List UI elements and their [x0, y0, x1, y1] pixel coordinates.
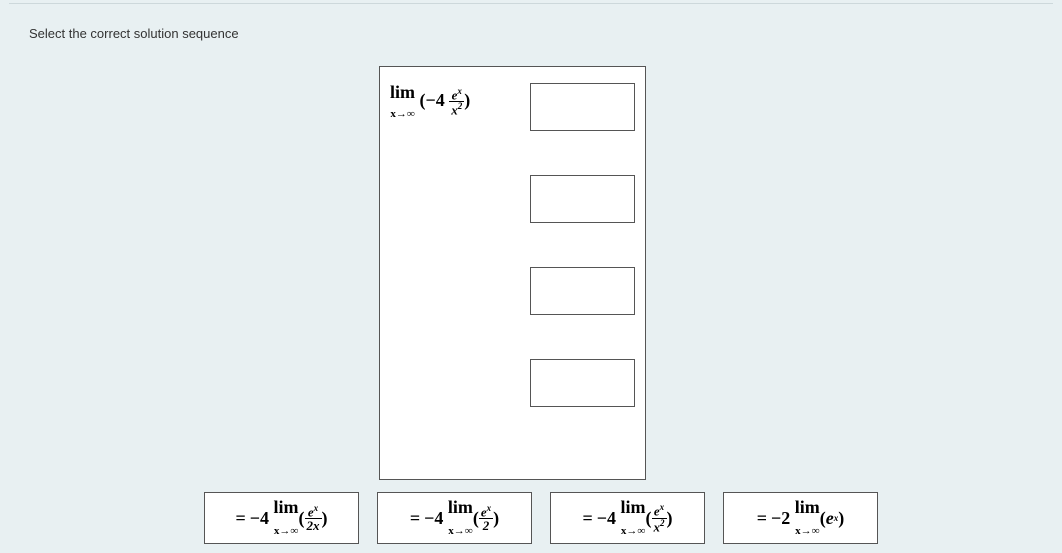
lim-sub: x→∞	[274, 525, 298, 537]
rparen: )	[493, 508, 499, 529]
tile-3[interactable]: = −4 lim x→∞ ( ex x2 )	[550, 492, 705, 544]
coef: −4	[426, 90, 445, 110]
coef: −4	[424, 508, 443, 529]
tile-1[interactable]: = −4 lim x→∞ ( ex 2x )	[204, 492, 359, 544]
rparen: )	[667, 508, 673, 529]
tile-2[interactable]: = −4 lim x→∞ ( ex 2 )	[377, 492, 532, 544]
den: 2	[479, 518, 493, 532]
top-divider	[9, 0, 1053, 4]
eq-sign: =	[410, 508, 420, 529]
initial-expression: lim x→∞ (−4 ex x2 )	[390, 83, 470, 121]
lim-sub: x→∞	[795, 525, 819, 537]
lim: lim	[448, 497, 473, 517]
solution-drop-area[interactable]: lim x→∞ (−4 ex x2 )	[379, 66, 646, 480]
num: ex	[305, 504, 322, 518]
tile-4[interactable]: = −2 lim x→∞ (ex)	[723, 492, 878, 544]
eq-sign: =	[757, 508, 767, 529]
inner: e	[826, 508, 834, 529]
coef: −4	[250, 508, 269, 529]
coef: −2	[771, 508, 790, 529]
den: 2x	[305, 518, 322, 532]
num: ex	[652, 503, 667, 517]
den: x2	[652, 518, 667, 533]
drop-slot-1[interactable]	[530, 83, 635, 131]
question-panel: Select the correct solution sequence lim…	[9, 8, 1053, 553]
coef: −4	[597, 508, 616, 529]
eq-sign: =	[235, 508, 245, 529]
drop-slot-4[interactable]	[530, 359, 635, 407]
rparen: )	[322, 508, 328, 529]
num: ex	[479, 504, 493, 518]
answer-tile-row: = −4 lim x→∞ ( ex 2x ) = −4 lim	[204, 492, 878, 544]
eq-sign: =	[582, 508, 592, 529]
rparen: )	[838, 508, 844, 529]
lim-sub: x→∞	[621, 525, 645, 537]
question-prompt: Select the correct solution sequence	[29, 26, 1033, 41]
frac-den: x2	[449, 101, 464, 116]
lim-sub: x→∞	[390, 108, 414, 120]
drop-slot-2[interactable]	[530, 175, 635, 223]
lim-sub: x→∞	[448, 525, 472, 537]
lim-text: lim	[390, 82, 415, 102]
frac-num: ex	[449, 87, 464, 101]
drop-slot-3[interactable]	[530, 267, 635, 315]
lim: lim	[621, 497, 646, 517]
lim: lim	[274, 497, 299, 517]
lim: lim	[795, 497, 820, 517]
